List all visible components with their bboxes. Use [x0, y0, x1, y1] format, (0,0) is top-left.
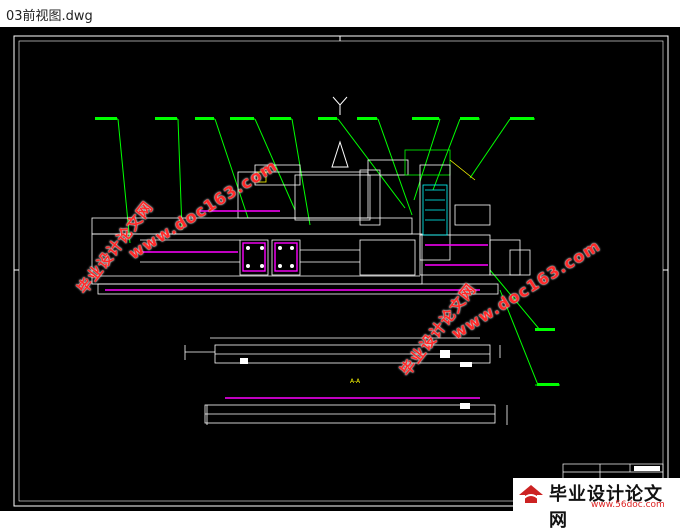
window-titlebar: 03前视图.dwg [0, 0, 680, 27]
site-logo: 毕业设计论文网 www.56doc.com [513, 478, 680, 531]
logo-emblem-icon [519, 485, 543, 503]
bolt-marks [246, 246, 294, 268]
logo-url: www.56doc.com [591, 500, 665, 510]
side-view [184, 337, 508, 425]
cad-viewport[interactable]: A-A 毕业设计论文网 www.doc163.com 毕业设计论文网 www.d… [0, 27, 680, 511]
svg-text:A-A: A-A [350, 378, 361, 385]
file-title: 03前视图.dwg [6, 9, 93, 24]
